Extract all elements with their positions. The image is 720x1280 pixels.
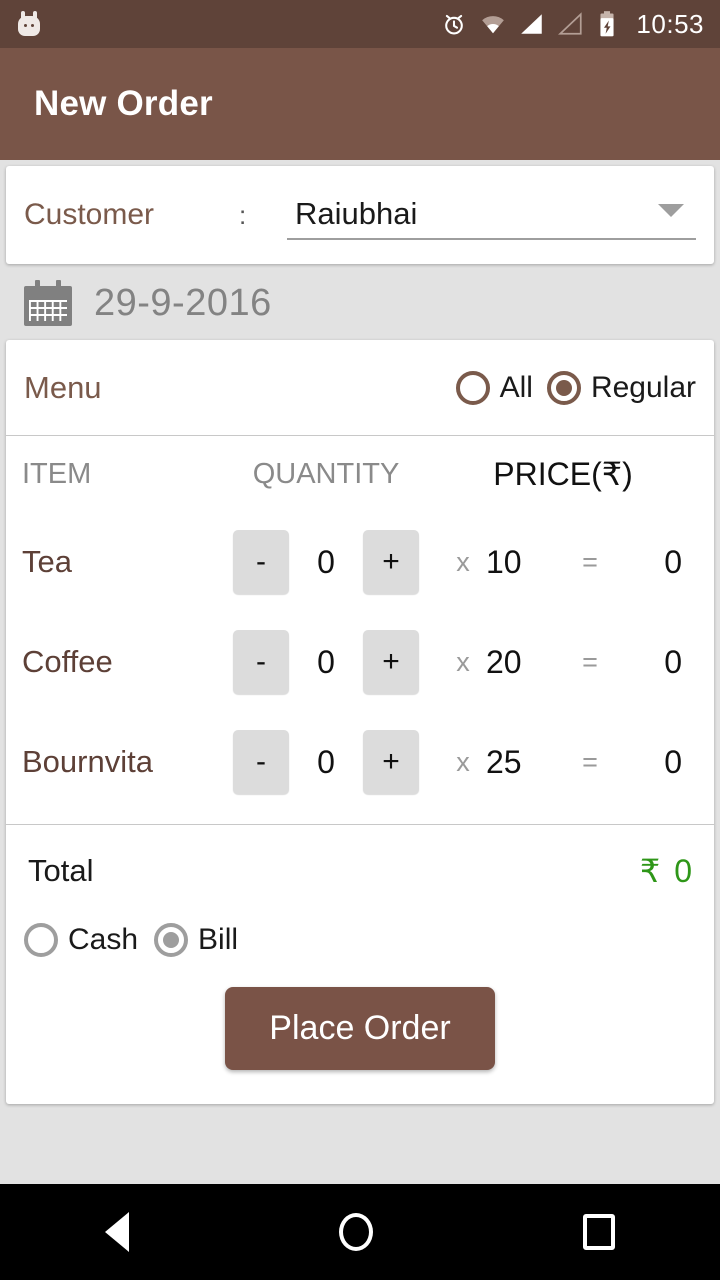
radio-bill-icon[interactable] [154, 923, 189, 957]
radio-regular-icon[interactable] [546, 370, 581, 405]
total-label: Total [28, 853, 94, 888]
equals-symbol: = [582, 646, 598, 677]
increment-button[interactable]: + [363, 530, 419, 594]
table-row: Coffee - 0 + x 20 = 0 [6, 612, 714, 712]
quantity-value: 0 [317, 743, 335, 780]
price-group: x 10 = 0 [440, 544, 698, 581]
line-total: 0 [664, 543, 682, 580]
multiply-symbol: x [456, 746, 470, 777]
decrement-button[interactable]: - [233, 730, 289, 794]
column-header-quantity: QUANTITY [252, 457, 400, 490]
recents-icon[interactable] [583, 1214, 615, 1250]
back-icon[interactable] [105, 1212, 129, 1252]
payment-option-bill-label: Bill [198, 923, 239, 956]
customer-colon: : [239, 199, 247, 230]
order-date-text: 29-9-2016 [94, 281, 272, 324]
customer-spinner[interactable]: Raiubhai [287, 190, 696, 240]
increment-button[interactable]: + [363, 630, 419, 694]
payment-option-cash-label: Cash [68, 923, 139, 956]
menu-filter-all[interactable]: All [455, 370, 533, 405]
price-group: x 20 = 0 [440, 644, 698, 681]
status-bar-clock: 10:53 [636, 8, 704, 39]
customer-label: Customer [24, 198, 155, 231]
multiply-symbol: x [456, 646, 470, 677]
status-bar-left [16, 11, 42, 37]
radio-cash-icon[interactable] [24, 923, 58, 957]
page-title: New Order [34, 84, 213, 123]
menu-title: Menu [24, 369, 102, 405]
menu-filter-group: All Regular [455, 370, 696, 405]
total-value: 0 [674, 852, 692, 889]
table-header-row: ITEM QUANTITY PRICE(₹) [6, 436, 714, 512]
payment-option-bill[interactable]: Bill [154, 923, 238, 957]
menu-header: Menu All Regular [6, 340, 714, 436]
status-bar: 10:53 [0, 0, 720, 48]
unit-price: 25 [486, 743, 522, 780]
item-name: Bournvita [22, 744, 153, 779]
item-name: Tea [22, 544, 72, 579]
quantity-stepper: - 0 + [212, 530, 440, 594]
table-row: Tea - 0 + x 10 = 0 [6, 512, 714, 612]
rupee-icon: ₹ [639, 853, 661, 889]
equals-symbol: = [582, 546, 598, 577]
android-mascot-icon [16, 11, 42, 37]
decrement-button[interactable]: - [233, 530, 289, 594]
wifi-icon [482, 16, 505, 34]
battery-charging-icon [600, 11, 614, 37]
equals-symbol: = [582, 746, 598, 777]
radio-all-icon[interactable] [455, 370, 490, 405]
order-date-row[interactable]: 29-9-2016 [0, 264, 720, 340]
order-items-table: ITEM QUANTITY PRICE(₹) Tea - 0 + x 10 = … [6, 436, 714, 825]
column-header-price: PRICE(₹) [493, 456, 633, 492]
place-order-container: Place Order [6, 957, 714, 1104]
payment-option-cash[interactable]: Cash [24, 923, 138, 957]
increment-button[interactable]: + [363, 730, 419, 794]
alarm-icon [445, 14, 464, 35]
quantity-value: 0 [317, 643, 335, 680]
line-total: 0 [664, 743, 682, 780]
quantity-stepper: - 0 + [212, 730, 440, 794]
customer-selected-value: Raiubhai [295, 196, 418, 231]
payment-method-group: Cash Bill [6, 917, 714, 957]
menu-filter-regular[interactable]: Regular [546, 370, 696, 405]
app-bar: New Order [0, 48, 720, 160]
calendar-icon [24, 280, 72, 326]
signal-empty-icon [558, 12, 583, 35]
chevron-down-icon [658, 204, 684, 217]
line-total: 0 [664, 643, 682, 680]
item-name: Coffee [22, 644, 113, 679]
android-navigation-bar [0, 1184, 720, 1280]
home-icon[interactable] [339, 1213, 373, 1251]
menu-filter-regular-label: Regular [590, 370, 696, 404]
multiply-symbol: x [456, 546, 470, 577]
customer-card: Customer : Raiubhai [6, 166, 714, 264]
price-group: x 25 = 0 [440, 744, 698, 781]
menu-card: Menu All Regular ITEM QUANTITY PRICE(₹) [6, 340, 714, 1104]
column-header-item: ITEM [22, 457, 92, 490]
menu-filter-all-label: All [499, 370, 533, 404]
decrement-button[interactable]: - [233, 630, 289, 694]
status-bar-icons: 10:53 [441, 9, 704, 40]
quantity-stepper: - 0 + [212, 630, 440, 694]
place-order-button[interactable]: Place Order [225, 987, 495, 1070]
unit-price: 10 [486, 543, 522, 580]
quantity-value: 0 [317, 543, 335, 580]
unit-price: 20 [486, 643, 522, 680]
phone-screen: 10:53 New Order Customer : Raiubhai 29-9… [0, 0, 720, 1280]
signal-full-icon [521, 14, 543, 34]
table-row: Bournvita - 0 + x 25 = 0 [6, 712, 714, 812]
total-row: Total ₹ 0 [6, 825, 714, 917]
